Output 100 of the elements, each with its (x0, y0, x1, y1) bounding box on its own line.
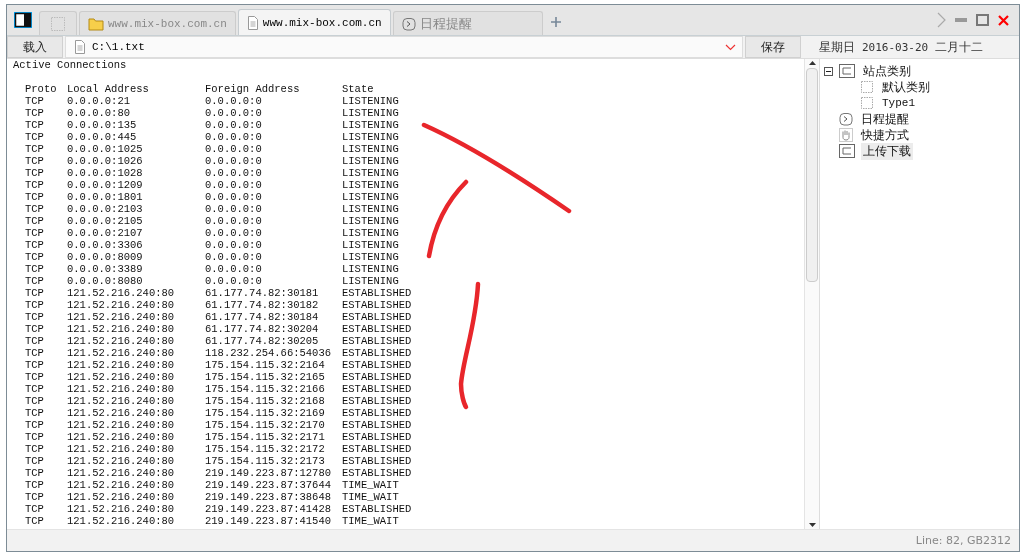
table-cell-text: TCP (25, 95, 45, 107)
hand-icon (839, 128, 853, 142)
table-cell-text: TCP (25, 491, 45, 503)
tree-item[interactable]: Type1 (880, 97, 917, 109)
table-cell-text: 61.177.74.82:30204 (205, 323, 320, 335)
table-cell-text: LISTENING (342, 215, 400, 227)
table-cell-text: TCP (25, 371, 45, 383)
bracket-square-icon (839, 144, 855, 158)
table-cell-text: 175.154.115.32:2170 (205, 419, 326, 431)
tree-item[interactable]: 站点类别 (861, 62, 913, 80)
table-cell-text: TCP (25, 467, 45, 479)
table-cell-text: TCP (25, 311, 45, 323)
table-cell-text: 61.177.74.82:30182 (205, 299, 320, 311)
maximize-icon[interactable] (976, 14, 989, 26)
table-cell-text: 219.149.223.87:38648 (205, 491, 333, 503)
weekday-label: 星期日 (819, 38, 855, 56)
table-cell-text: 0.0.0.0:1026 (67, 155, 144, 167)
table-cell-text: LISTENING (342, 119, 400, 131)
tab[interactable]: www.mix-box.com.cn (237, 9, 391, 35)
save-button[interactable]: 保存 (745, 36, 801, 58)
table-cell-text: 121.52.216.240:80 (67, 503, 176, 515)
table-cell-text: 0.0.0.0:3306 (67, 239, 144, 251)
table-cell-text: 175.154.115.32:2171 (205, 431, 326, 443)
table-cell-text: 175.154.115.32:2168 (205, 395, 326, 407)
table-cell-text: LISTENING (342, 239, 400, 251)
table-cell-text: LISTENING (342, 191, 400, 203)
table-cell-text: 175.154.115.32:2173 (205, 455, 326, 467)
table-cell-text: 0.0.0.0:1028 (67, 167, 144, 179)
table-cell-text: 0.0.0.0:2105 (67, 215, 144, 227)
table-cell-text: 0.0.0.0:1025 (67, 143, 144, 155)
table-cell-text: ESTABLISHED (342, 407, 413, 419)
table-cell-text: 121.52.216.240:80 (67, 491, 176, 503)
table-cell-text: LISTENING (342, 275, 400, 287)
table-cell-text: 121.52.216.240:80 (67, 431, 176, 443)
table-cell-text: 0.0.0.0:0 (205, 215, 263, 227)
table-cell-text: ESTABLISHED (342, 299, 413, 311)
scrollbar-thumb[interactable] (806, 68, 818, 282)
table-cell-text: 0.0.0.0:445 (67, 131, 138, 143)
path-input[interactable]: C:\1.txt (92, 41, 719, 53)
table-cell-text: TCP (25, 179, 45, 191)
table-cell-text: TCP (25, 107, 45, 119)
status-text: Line: 82, GB2312 (915, 534, 1011, 547)
table-cell-text: ESTABLISHED (342, 335, 413, 347)
plus-icon (550, 17, 561, 27)
table-cell-text: 121.52.216.240:80 (67, 335, 176, 347)
table-cell-text: 0.0.0.0:8009 (67, 251, 144, 263)
table-cell-text: LISTENING (342, 143, 400, 155)
table-cell-text: TCP (25, 215, 45, 227)
table-cell-text: 121.52.216.240:80 (67, 479, 176, 491)
table-cell-text: TCP (25, 383, 45, 395)
chevron-right-icon[interactable] (937, 12, 946, 28)
load-button[interactable]: 载入 (7, 36, 63, 58)
table-cell-text: ESTABLISHED (342, 347, 413, 359)
table-cell-text: ESTABLISHED (342, 419, 413, 431)
table-cell-text: 0.0.0.0:0 (205, 263, 263, 275)
table-cell-text: TCP (25, 167, 45, 179)
tree-item[interactable]: 默认类别 (880, 78, 932, 96)
scroll-down-icon[interactable] (808, 523, 816, 527)
tree-item[interactable]: 日程提醒 (859, 110, 911, 128)
dotted-square-icon (860, 80, 874, 94)
table-cell-text: 175.154.115.32:2164 (205, 359, 326, 371)
table-cell-text: TIME_WAIT (342, 515, 400, 527)
table-cell-text: TCP (25, 191, 45, 203)
tree-item[interactable]: 快捷方式 (859, 126, 911, 144)
table-cell-text: TCP (25, 239, 45, 251)
table-cell-text: ESTABLISHED (342, 359, 413, 371)
table-cell-text: TCP (25, 479, 45, 491)
table-cell-text: TCP (25, 263, 45, 275)
scroll-up-icon[interactable] (808, 61, 816, 65)
table-cell-text: TCP (25, 131, 45, 143)
tree-item[interactable]: 上传下载 (861, 142, 913, 160)
table-cell-text: ESTABLISHED (342, 395, 413, 407)
table-cell-text: 0.0.0.0:80 (67, 107, 131, 119)
column-header: State (342, 83, 375, 95)
table-cell-text: 121.52.216.240:80 (67, 467, 176, 479)
table-cell-text: 219.149.223.87:41428 (205, 503, 333, 515)
close-icon[interactable] (998, 14, 1009, 26)
table-cell-text: ESTABLISHED (342, 467, 413, 479)
table-cell-text: 121.52.216.240:80 (67, 287, 176, 299)
table-cell-text: TCP (25, 335, 45, 347)
table-cell-text: 121.52.216.240:80 (67, 371, 176, 383)
table-cell-text: TCP (25, 323, 45, 335)
path-field[interactable]: C:\1.txt (65, 36, 743, 58)
table-cell-text: 0.0.0.0:0 (205, 275, 263, 287)
column-header: Proto (25, 83, 58, 95)
collapse-icon[interactable] (824, 66, 833, 76)
table-cell-text: TIME_WAIT (342, 479, 400, 491)
panel-toggle-icon[interactable] (13, 11, 33, 29)
table-cell-text: TCP (25, 227, 45, 239)
dropdown-caret-icon[interactable] (725, 43, 736, 51)
table-cell-text: 0.0.0.0:0 (205, 167, 263, 179)
table-cell-text: LISTENING (342, 131, 400, 143)
table-cell-text: LISTENING (342, 203, 400, 215)
table-cell-text: TIME_WAIT (342, 491, 400, 503)
table-cell-text: 0.0.0.0:0 (205, 239, 263, 251)
table-cell-text: 121.52.216.240:80 (67, 323, 176, 335)
table-cell-text: 0.0.0.0:2107 (67, 227, 144, 239)
table-cell-text: 0.0.0.0:0 (205, 143, 263, 155)
table-cell-text: 0.0.0.0:1801 (67, 191, 144, 203)
table-cell-text: 61.177.74.82:30181 (205, 287, 320, 299)
